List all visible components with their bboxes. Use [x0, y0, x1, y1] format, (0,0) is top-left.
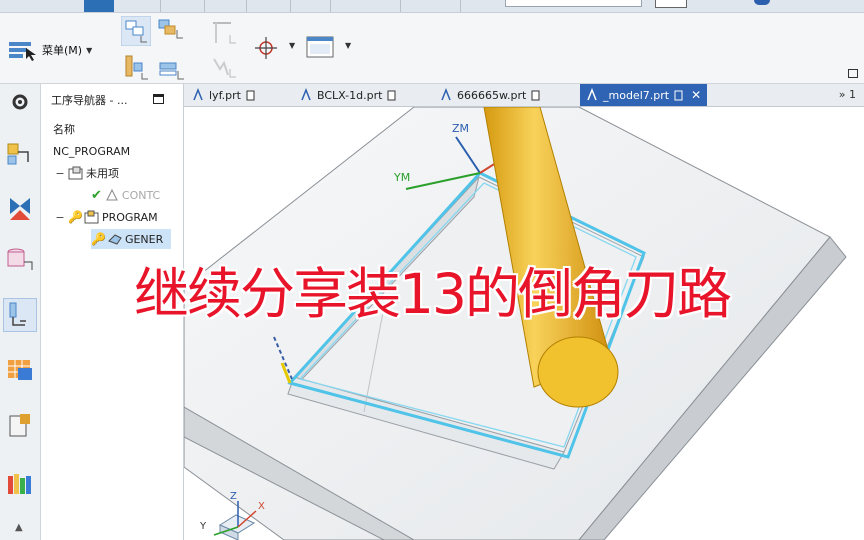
part-file-icon — [193, 88, 203, 101]
part-file-icon — [441, 88, 451, 101]
edit-object-icon[interactable] — [210, 17, 240, 49]
chevron-down-icon: ▼ — [86, 45, 93, 55]
key-icon: 🔑 — [91, 232, 106, 246]
tree-label: CONTC — [121, 188, 161, 202]
create-program-icon[interactable] — [121, 16, 151, 46]
navigator-title: 工序导航器 - ... — [51, 94, 128, 107]
axis-ym-label: YM — [393, 171, 410, 184]
tree-label: PROGRAM — [101, 210, 158, 224]
tabs-overflow-count: 1 — [849, 88, 856, 101]
close-icon[interactable]: ✕ — [691, 88, 701, 102]
crosshair-icon[interactable] — [253, 35, 279, 61]
ribbon-quick-button[interactable] — [655, 0, 687, 8]
folder-icon — [68, 166, 83, 180]
resource-bar: ▲ — [0, 84, 41, 540]
database-icon[interactable] — [4, 244, 36, 276]
ribbon-tab-divider — [290, 0, 291, 12]
tab-label: 666665w.prt — [457, 88, 527, 102]
operation-navigator-icon[interactable] — [4, 138, 36, 170]
help-icon[interactable] — [754, 0, 770, 5]
menu-button-label: 菜单(M) — [42, 44, 83, 57]
modified-file-icon — [531, 90, 540, 100]
chevron-down-icon[interactable]: ▼ — [345, 41, 351, 50]
menu-icon — [9, 42, 36, 61]
generic-operation-icon — [108, 234, 122, 245]
tab-model7[interactable]: _model7.prt ✕ — [580, 84, 708, 106]
graphics-viewport[interactable]: ZM XM YM Y Z X — [184, 107, 864, 540]
triad-x-label: X — [258, 501, 265, 512]
part-file-icon — [587, 88, 597, 101]
tree-label: GENER — [124, 232, 164, 246]
document-tab-bar: lyf.prt BCLX-1d.prt 666665w.prt _model7.… — [184, 84, 864, 107]
tabs-overflow-icon: » — [838, 88, 846, 101]
tree-row-program[interactable]: − 🔑 PROGRAM — [55, 207, 158, 227]
tree-collapse-toggle[interactable]: − — [55, 211, 65, 224]
create-method-icon[interactable] — [158, 59, 186, 83]
tab-label: BCLX-1d.prt — [317, 88, 383, 102]
ribbon-search-box[interactable] — [505, 0, 642, 7]
ribbon-tab-divider — [204, 0, 205, 12]
ribbon-tab-divider — [460, 0, 461, 12]
tree-row-contour-operation[interactable]: ✔ CONTC — [91, 185, 160, 205]
tab-label: _model7.prt — [603, 88, 670, 102]
gear-icon[interactable] — [4, 88, 36, 120]
ribbon-tab-strip — [0, 0, 864, 13]
cutting-tool-tip — [537, 336, 619, 408]
tab-label: lyf.prt — [209, 88, 241, 102]
tree-collapse-toggle[interactable]: − — [55, 167, 65, 180]
more-icon[interactable]: ▲ — [15, 522, 23, 533]
tree-row-unused-items[interactable]: − 未用项 — [55, 163, 119, 183]
ribbon-tab-divider — [400, 0, 401, 12]
ribbon-tab-active[interactable] — [84, 0, 114, 12]
operation-icon — [106, 188, 118, 201]
triad-y-label: Y — [199, 521, 207, 532]
check-icon: ✔ — [91, 187, 102, 203]
modified-file-icon — [387, 90, 396, 100]
triad-z-label: Z — [230, 491, 237, 502]
modified-file-icon — [246, 90, 255, 100]
ribbon-expand-icon[interactable] — [848, 69, 858, 78]
tree-row-nc-program[interactable]: NC_PROGRAM — [53, 141, 130, 161]
tab-bclx[interactable]: BCLX-1d.prt — [300, 84, 397, 106]
machine-tool-icon[interactable] — [4, 192, 36, 224]
program-folder-icon — [84, 210, 99, 224]
roles-icon[interactable] — [4, 468, 36, 500]
part-file-icon — [301, 88, 311, 101]
geometry-navigator-icon[interactable] — [3, 298, 37, 332]
ribbon-tab-divider — [330, 0, 331, 12]
axis-zm-label: ZM — [452, 122, 469, 135]
column-header-name[interactable]: 名称 — [53, 121, 75, 137]
chevron-down-icon[interactable]: ▼ — [289, 41, 295, 50]
model-scene: ZM XM YM Y Z X — [184, 107, 847, 540]
display-object-icon[interactable] — [210, 55, 240, 83]
tab-lyf[interactable]: lyf.prt — [192, 84, 256, 106]
tab-666665w[interactable]: 666665w.prt — [440, 84, 541, 106]
tree-row-generic-operation[interactable]: 🔑 GENER — [91, 229, 171, 249]
view-window-icon[interactable] — [305, 34, 337, 62]
key-icon: 🔑 — [68, 210, 83, 224]
ribbon-tab-divider — [160, 0, 161, 12]
reuse-library-icon[interactable] — [4, 354, 36, 386]
operation-navigator-panel: 工序导航器 - ... 名称 NC_PROGRAM − 未用项 ✔ CONTC … — [41, 84, 184, 540]
tree-label: NC_PROGRAM — [53, 144, 131, 158]
tree-label: 未用项 — [86, 167, 119, 180]
create-geometry-icon[interactable] — [122, 53, 150, 83]
create-tool-icon[interactable] — [157, 18, 185, 42]
process-sheet-icon[interactable] — [4, 410, 36, 442]
modified-file-icon — [674, 90, 683, 100]
ribbon-toolbar: 菜单(M) ▼ ▼ ▼ — [0, 13, 864, 84]
ribbon-tab-divider — [246, 0, 247, 12]
restore-window-icon[interactable] — [153, 94, 164, 104]
menu-button[interactable]: 菜单(M) ▼ — [8, 37, 92, 63]
tabs-overflow-button[interactable]: » 1 — [839, 88, 856, 101]
